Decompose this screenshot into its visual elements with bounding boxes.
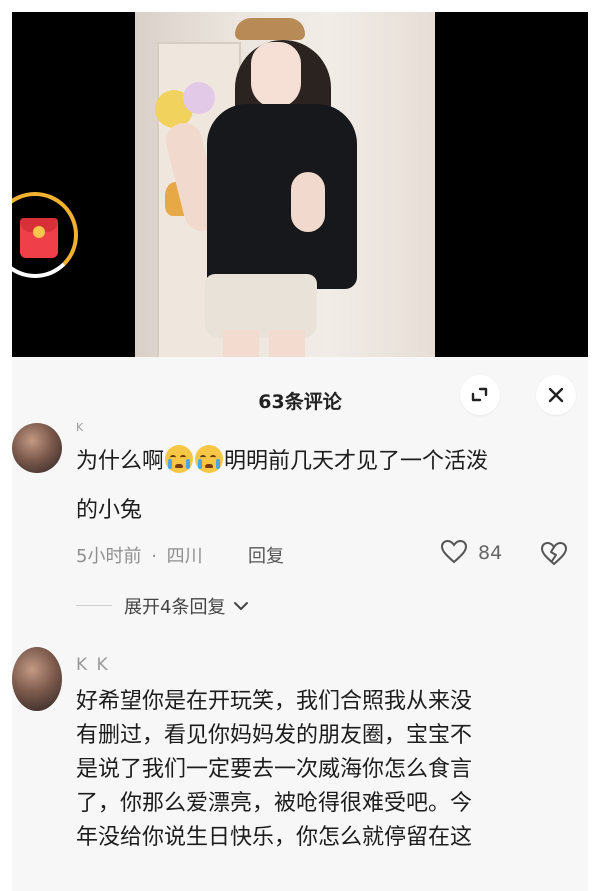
comment-text-line: 年没给你说生日快乐，你怎么就停留在这 [76, 825, 473, 851]
like-button[interactable]: 84 [440, 539, 502, 565]
person-arm [291, 172, 325, 232]
comments-count-title: 63条评论 [258, 391, 342, 413]
red-envelope-icon[interactable] [20, 218, 58, 258]
expand-replies-label: 展开4条回复 [124, 597, 226, 618]
heart-icon [440, 539, 468, 564]
close-button[interactable] [536, 375, 576, 415]
crying-emoji-icon [165, 445, 194, 473]
comment-username[interactable]: K [76, 421, 85, 434]
comment-username[interactable]: K K [76, 655, 110, 675]
reply-button[interactable]: 回复 [248, 542, 284, 568]
person-shorts [205, 274, 317, 338]
comment-text-part: 明明前几天才见了一个活泼 [224, 449, 489, 474]
comment-time: 5小时前 [76, 546, 142, 567]
person-headband [235, 18, 305, 40]
comment-text-line: 了，你那么爱漂亮，被呛得很难受吧。今 [76, 791, 473, 817]
avatar[interactable] [12, 423, 62, 473]
expand-replies-button[interactable]: 展开4条回复 [124, 593, 249, 619]
comment-text-line: 的小兔 [76, 498, 143, 523]
video-frame [135, 12, 435, 357]
dislike-button[interactable] [540, 541, 568, 571]
red-envelope-coin [33, 226, 45, 238]
comment-text-part: 为什么啊 [76, 449, 165, 474]
person-shirt [207, 104, 357, 289]
comment-text-line: 是说了我们一定要去一次威海你怎么食言 [76, 757, 473, 783]
like-count: 84 [478, 542, 503, 564]
broken-heart-icon [540, 541, 568, 566]
expand-icon [471, 387, 488, 402]
meta-separator: · [151, 546, 157, 567]
chevron-down-icon [234, 602, 249, 610]
comment-text-line: 好希望你是在开玩笑，我们合照我从来没 [76, 689, 473, 714]
comment-text: 好希望你是在开玩笑，我们合照我从来没 有删过，看见你妈妈发的朋友圈，宝宝不 是说… [76, 685, 588, 855]
comments-panel: 63条评论 K 为什么啊 明明前几天才见了一个活泼 的小兔 5小时前 · 四川 回… [12, 357, 588, 891]
comment-location: 四川 [166, 546, 203, 567]
comment-text: 为什么啊 明明前几天才见了一个活泼 [76, 445, 576, 479]
fullscreen-button[interactable] [460, 375, 500, 415]
crying-emoji-icon [195, 445, 224, 473]
plush-toy [183, 82, 215, 114]
person-leg [223, 330, 259, 357]
video-player[interactable] [12, 12, 588, 357]
expand-divider [76, 605, 112, 606]
comment-text-line: 有删过，看见你妈妈发的朋友圈，宝宝不 [76, 723, 473, 749]
close-icon [548, 387, 564, 403]
comment-meta: 5小时前 · 四川 [76, 542, 203, 568]
avatar[interactable] [12, 647, 62, 711]
person-face [251, 42, 301, 108]
person-leg [269, 330, 305, 357]
